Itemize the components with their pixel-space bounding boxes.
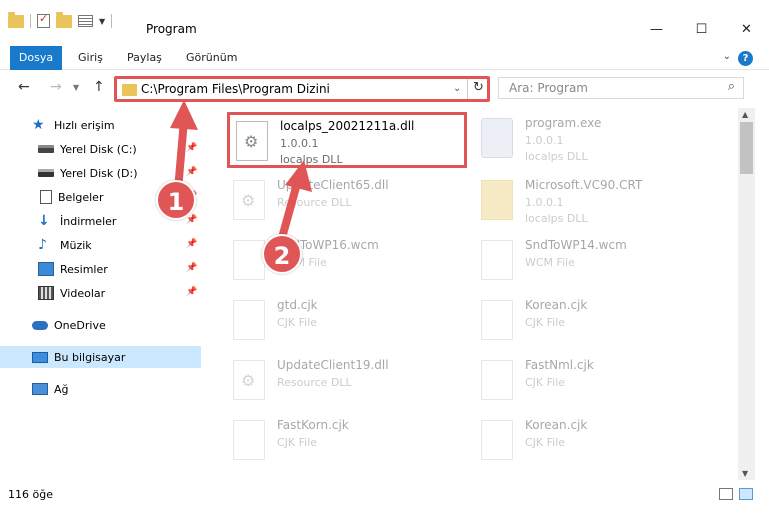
callout-arrows: [170, 100, 312, 249]
arrow-2: [276, 160, 312, 249]
callout-badge-1: 1: [156, 180, 196, 220]
callout-badge-2: 2: [262, 234, 302, 274]
arrow-1: [170, 100, 198, 194]
